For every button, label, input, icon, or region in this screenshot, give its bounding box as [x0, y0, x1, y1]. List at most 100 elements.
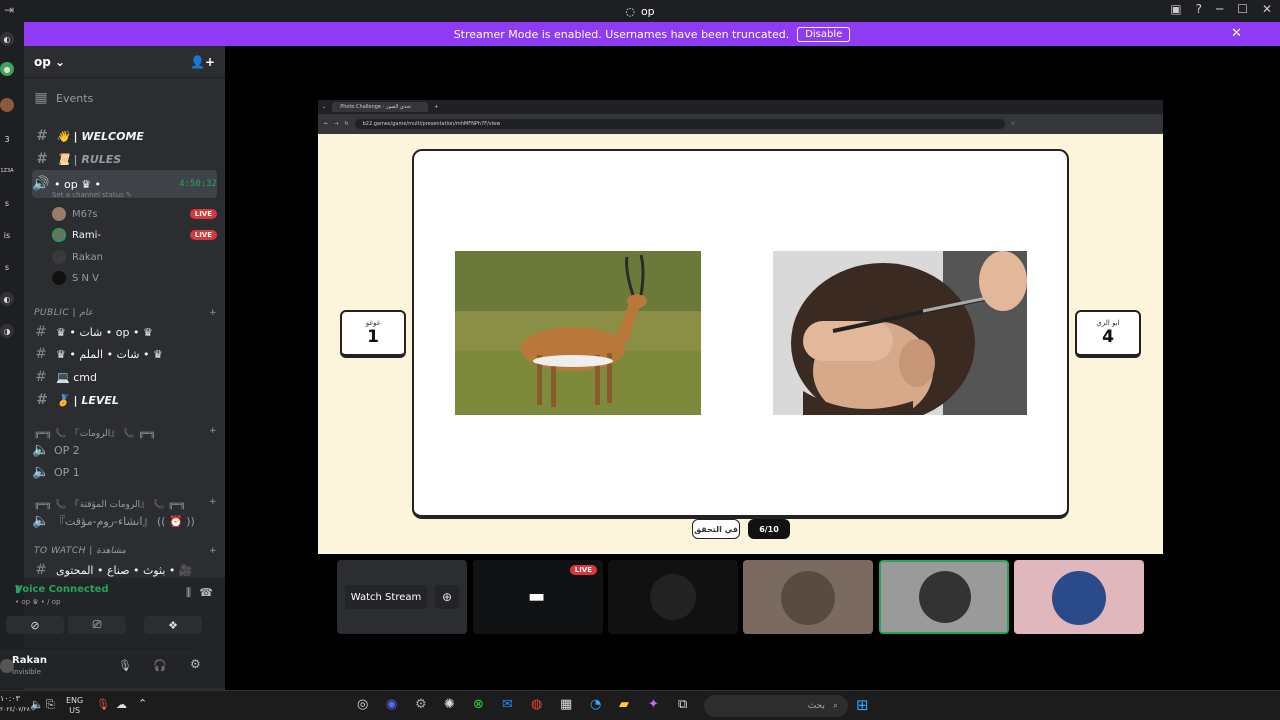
inbox-icon[interactable]: ▣	[1170, 2, 1181, 16]
network-icon[interactable]: ⎘	[46, 698, 55, 712]
voice-member[interactable]: Rami- LIVE	[52, 225, 217, 245]
video-tile[interactable]	[743, 560, 873, 634]
disable-button[interactable]: Disable	[797, 26, 851, 42]
forward-icon[interactable]: →	[334, 121, 338, 127]
voice-member[interactable]: S N V	[52, 268, 217, 288]
server-header[interactable]: op ⌄ 👤+	[24, 46, 225, 78]
bookmark-icon[interactable]: ☆	[1011, 121, 1015, 127]
streamer-mode-banner: Streamer Mode is enabled. Usernames have…	[24, 22, 1280, 46]
server-icon[interactable]	[0, 98, 14, 112]
channel-chat-op[interactable]: # ♛ • شات • op • ♛	[32, 322, 217, 342]
channel-cmd[interactable]: # 💻 cmd	[32, 367, 217, 387]
language-indicator[interactable]: ENG US	[66, 696, 83, 716]
server-label[interactable]: 1Z3A	[0, 164, 14, 178]
voice-room-create[interactable]: 🔈 『انشاء-روم-مؤقت』 (( ⏰ ))	[32, 511, 217, 531]
voice-member[interactable]: Rakan	[52, 247, 217, 267]
gazelle-image	[455, 251, 701, 415]
close-button[interactable]: ✕	[1262, 2, 1272, 16]
voice-status[interactable]: Voice Connected	[15, 584, 109, 595]
volume-icon[interactable]: 🔈	[30, 698, 44, 711]
screen-share-view[interactable]: ⌄ Photo Challenge - تحدي الصور + ← → ↻ b…	[318, 100, 1163, 554]
cloud-icon[interactable]: ☁	[116, 698, 127, 711]
chevron-up-icon[interactable]: ⌃	[138, 697, 147, 710]
add-channel-icon[interactable]: +	[209, 497, 217, 511]
mic-tray-icon[interactable]: 🎙	[96, 698, 110, 711]
category-rooms[interactable]: ╔═╗ 📞 『الرومات』 📞 ╔═╗ +	[34, 426, 217, 440]
taskbar-search[interactable]: بحث ⌕	[704, 695, 848, 717]
channel-level[interactable]: # 🏅 | LEVEL	[32, 390, 217, 410]
voice-room-op2[interactable]: 🔈 OP 2	[32, 440, 217, 460]
chrome-icon[interactable]: ◍	[531, 697, 542, 712]
headphones-icon[interactable]: 🎧	[153, 659, 167, 672]
user-name[interactable]: Rakan	[12, 655, 47, 666]
server-icon[interactable]: ◐	[0, 292, 14, 306]
video-tile[interactable]	[608, 560, 738, 634]
microphone-icon[interactable]: 🎙	[118, 659, 132, 672]
add-channel-icon[interactable]: +	[209, 308, 217, 322]
category-watch[interactable]: TO WATCH | مشاهدة +	[34, 546, 217, 560]
channel-label: OP 2	[54, 443, 80, 457]
hash-icon: #	[36, 392, 46, 408]
home-icon[interactable]: ◐	[0, 32, 14, 46]
video-tile[interactable]	[1014, 560, 1144, 634]
events-item[interactable]: ▦ Events	[32, 88, 217, 108]
server-label[interactable]: s	[0, 260, 14, 274]
browser-tab[interactable]: Photo Challenge - تحدي الصور	[332, 102, 429, 112]
xbox-icon[interactable]: ⊗	[473, 697, 484, 712]
noise-suppression-icon[interactable]: ⫼	[186, 586, 191, 600]
steam-icon[interactable]: ◎	[357, 697, 368, 712]
voice-member[interactable]: M6?s LIVE	[52, 204, 217, 224]
add-channel-icon[interactable]: +	[209, 426, 217, 440]
minimize-button[interactable]: ─	[1216, 2, 1223, 16]
discord-icon[interactable]: ◉	[386, 697, 397, 712]
calendar-icon: ▦	[34, 90, 48, 106]
watch-stream-button[interactable]: Watch Stream	[345, 585, 427, 609]
chatgpt-icon[interactable]: ✺	[444, 697, 455, 712]
taskview-icon[interactable]: ⧉	[678, 697, 687, 712]
voice-room-op1[interactable]: 🔈 OP 1	[32, 462, 217, 482]
store-icon[interactable]: ▦	[560, 697, 572, 712]
back-icon[interactable]: ←	[324, 121, 328, 127]
popout-icon[interactable]: ⊕	[435, 585, 459, 609]
channel-rules[interactable]: # 📜 | RULES	[32, 149, 217, 169]
server-label[interactable]: 3	[0, 132, 14, 146]
windows-start-icon[interactable]: ⊞	[856, 696, 869, 714]
arrow-icon[interactable]: ⇥	[4, 3, 14, 17]
screen-icon: ▬	[528, 586, 546, 607]
camera-off-button[interactable]: ⊘	[6, 616, 64, 634]
screen-share-button[interactable]: ⎚	[68, 616, 126, 634]
server-label[interactable]: is	[0, 228, 14, 242]
video-tile-speaking[interactable]	[879, 560, 1009, 634]
reload-icon[interactable]: ↻	[344, 121, 348, 127]
category-temp-rooms[interactable]: ╔═╗ 📞 『الرومات المؤقتة』 📞 ╔═╗ +	[34, 497, 217, 511]
outlook-icon[interactable]: ✉	[502, 697, 513, 712]
url-bar[interactable]: b22.games/game/multi/presentation/mhMFNP…	[354, 119, 1005, 129]
server-icon[interactable]: ●	[0, 62, 14, 76]
maximize-button[interactable]: ☐	[1237, 2, 1248, 16]
new-tab-icon[interactable]: +	[434, 104, 438, 110]
edge-icon[interactable]: ◔	[590, 697, 601, 712]
server-label[interactable]: s	[0, 196, 14, 210]
clock[interactable]: ١٠:٠٣ ٢٠٢٤/٠٧/٢٨	[0, 693, 30, 715]
channel-chat-2[interactable]: # ♛ • شات • الملم • ♛	[32, 344, 217, 364]
avatar	[650, 574, 696, 620]
category-public[interactable]: PUBLIC | عام +	[34, 308, 217, 322]
add-channel-icon[interactable]: +	[209, 546, 217, 560]
copilot-icon[interactable]: ✦	[648, 697, 659, 712]
channel-streams[interactable]: # بثوث • صناع • المحتوى • 🎥	[32, 560, 217, 580]
channel-status-hint[interactable]: Set a channel status ✎	[52, 191, 132, 199]
tab-search-icon[interactable]: ⌄	[322, 104, 326, 110]
stream-tile[interactable]: LIVE ▬	[473, 560, 603, 634]
settings-app-icon[interactable]: ⚙	[415, 697, 427, 712]
gear-icon[interactable]: ⚙	[190, 657, 201, 671]
channel-welcome[interactable]: # 👋 | WELCOME	[32, 126, 217, 146]
folder-icon[interactable]: ▰	[619, 697, 629, 712]
stream-tile[interactable]: Watch Stream ⊕	[337, 560, 467, 634]
server-icon[interactable]: ◑	[0, 324, 14, 338]
add-member-icon[interactable]: 👤+	[190, 55, 215, 69]
activities-button[interactable]: ❖	[144, 616, 202, 634]
disconnect-icon[interactable]: ☎	[199, 586, 213, 599]
server-name: op	[34, 54, 51, 69]
help-icon[interactable]: ?	[1196, 2, 1202, 16]
banner-close-icon[interactable]: ✕	[1231, 26, 1242, 41]
